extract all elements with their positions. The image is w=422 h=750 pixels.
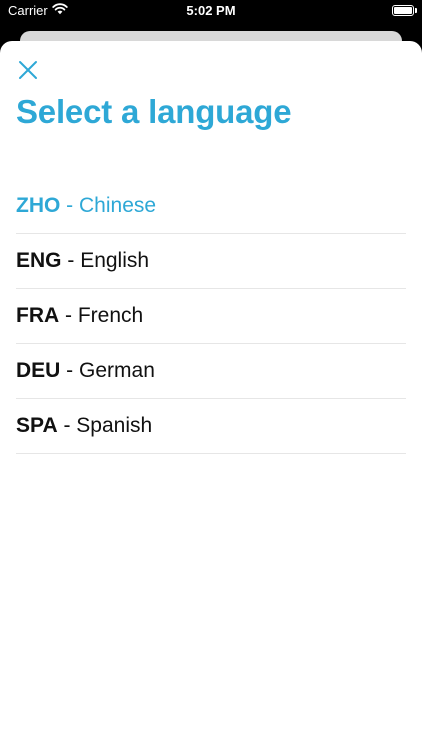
language-name: German xyxy=(79,359,155,382)
language-item-german[interactable]: DEU - German xyxy=(16,344,406,399)
language-item-chinese[interactable]: ZHO - Chinese xyxy=(16,179,406,234)
language-separator: - xyxy=(57,414,77,437)
language-list: ZHO - Chinese ENG - English FRA - French… xyxy=(16,179,406,454)
language-code: FRA xyxy=(16,304,60,327)
language-name: English xyxy=(80,249,150,272)
language-name: French xyxy=(77,304,144,327)
language-item-french[interactable]: FRA - French xyxy=(16,289,406,344)
clock: 5:02 PM xyxy=(186,3,236,18)
language-separator: - xyxy=(60,194,79,217)
language-item-english[interactable]: ENG - English xyxy=(16,234,406,289)
language-code: SPA xyxy=(16,414,58,437)
status-bar: Carrier 5:02 PM xyxy=(0,0,422,24)
close-button[interactable] xyxy=(16,58,40,82)
language-code: ENG xyxy=(16,249,62,272)
battery-icon xyxy=(392,5,414,16)
battery-cap xyxy=(415,8,417,13)
language-name: Spanish xyxy=(76,414,153,437)
page-title: Select a language xyxy=(16,93,292,130)
language-separator: - xyxy=(60,359,80,382)
language-code: ZHO xyxy=(16,194,61,217)
battery-level xyxy=(394,7,412,14)
language-separator: - xyxy=(61,249,81,272)
language-separator: - xyxy=(59,304,78,327)
language-item-spanish[interactable]: SPA - Spanish xyxy=(16,399,406,454)
language-code: DEU xyxy=(16,359,61,382)
close-icon xyxy=(16,61,40,86)
language-sheet: Select a language ZHO - Chinese ENG - En… xyxy=(0,41,422,750)
language-name: Chinese xyxy=(79,194,157,217)
